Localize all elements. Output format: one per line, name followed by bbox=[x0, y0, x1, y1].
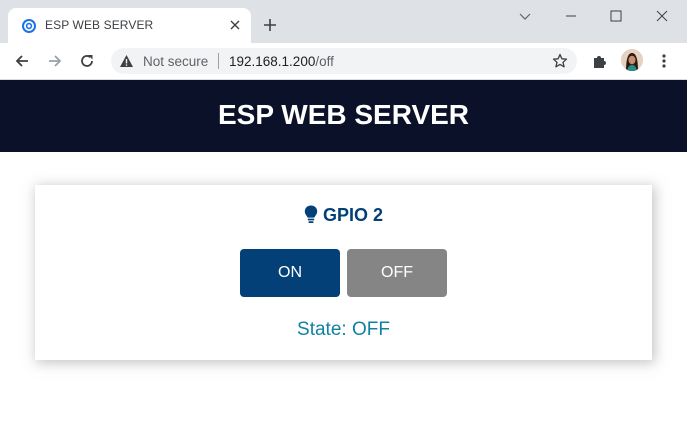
state-text: State: OFF bbox=[297, 319, 390, 340]
arrow-right-icon[interactable] bbox=[46, 52, 64, 70]
plus-icon[interactable] bbox=[262, 17, 278, 33]
globe-icon bbox=[22, 19, 36, 33]
url-host: 192.168.1.200 bbox=[229, 54, 316, 69]
page-title: ESP WEB SERVER bbox=[217, 99, 470, 130]
maximize-icon[interactable] bbox=[606, 6, 626, 26]
window-close-icon[interactable] bbox=[652, 6, 672, 26]
url-path: /off bbox=[315, 54, 334, 69]
browser-toolbar: Not secure 192.168.1.200/off bbox=[0, 43, 687, 80]
address-bar[interactable]: Not secure 192.168.1.200/off bbox=[111, 48, 577, 74]
puzzle-icon[interactable] bbox=[591, 52, 609, 70]
arrow-left-icon[interactable] bbox=[13, 52, 31, 70]
lightbulb-icon bbox=[304, 205, 318, 223]
page-header: ESP WEB SERVER bbox=[0, 80, 687, 152]
url-text[interactable]: 192.168.1.200/off bbox=[229, 54, 334, 69]
avatar[interactable] bbox=[621, 49, 643, 71]
omnibox-divider bbox=[218, 53, 219, 69]
star-icon[interactable] bbox=[552, 53, 568, 69]
reload-icon[interactable] bbox=[78, 52, 96, 70]
not-secure-label[interactable]: Not secure bbox=[143, 54, 208, 69]
browser-tab[interactable]: ESP WEB SERVER bbox=[8, 8, 251, 43]
minimize-icon[interactable] bbox=[561, 6, 581, 26]
off-button[interactable]: OFF bbox=[347, 249, 447, 297]
tab-title: ESP WEB SERVER bbox=[45, 18, 154, 32]
gpio-label: GPIO 2 bbox=[322, 205, 384, 225]
gpio-card: GPIO 2 ON OFF State: OFF bbox=[35, 185, 652, 360]
kebab-menu-icon[interactable] bbox=[656, 52, 672, 70]
warning-triangle-icon[interactable] bbox=[119, 54, 134, 68]
chevron-down-icon[interactable] bbox=[515, 6, 535, 26]
profile-picture bbox=[621, 49, 643, 71]
close-icon[interactable] bbox=[227, 17, 243, 33]
card-title: GPIO 2 bbox=[35, 205, 652, 226]
on-button[interactable]: ON bbox=[240, 249, 340, 297]
tab-strip: ESP WEB SERVER bbox=[0, 0, 687, 43]
